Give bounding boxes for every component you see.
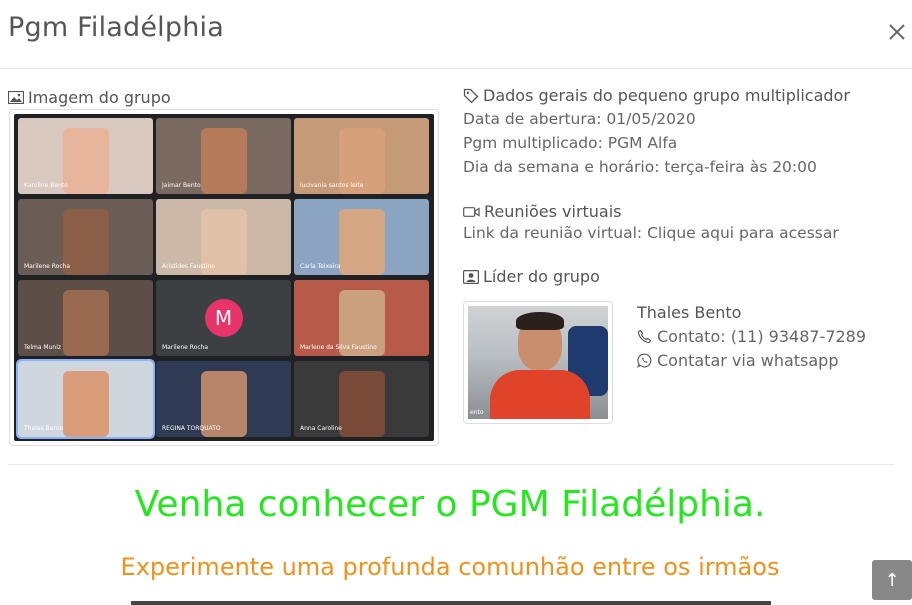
virtual-meeting-link[interactable]: Link da reunião virtual: Clique aqui par… [463,221,850,245]
participant-tile: Anna Caroline [294,361,429,437]
multiplied-pgm: Pgm multiplicado: PGM Alfa [463,134,678,152]
video-call-grid: Karoline Bento Jaimar Bento lucivania sant… [14,114,434,441]
participant-video [62,290,109,356]
participant-name: Carla Teixeira [300,263,341,270]
participant-video [338,209,385,275]
arrow-up-icon: ↑ [884,569,900,591]
participant-video [62,128,109,194]
leader-name: Thales Bento [637,303,742,322]
participant-name: Jaimar Bento [162,182,201,189]
general-info: Dados gerais do pequeno grupo multiplica… [463,86,850,286]
video-camera-icon [463,206,480,217]
participant-name: Marlene da Silva Faustino [300,344,377,351]
participant-avatar: M [204,299,243,337]
modal-header: Pgm Filadélphia [0,0,912,69]
participant-tile: Thales Bento [16,359,155,439]
close-button[interactable] [884,18,910,46]
participant-video [62,371,109,437]
leader-photo: ento [463,301,613,424]
participant-name: Marilene Rocha [162,344,209,351]
image-section-header: Imagem do grupo [8,88,171,107]
image-section-title: Imagem do grupo [28,88,171,107]
participant-name: Marilene Rocha [24,263,71,270]
participant-tile: REGINA TORQUATO [156,361,291,437]
whatsapp-text: Contatar via whatsapp [657,351,839,370]
participant-tile: Telma Muniz [18,280,153,356]
leader-section-title: Líder do grupo [483,267,600,286]
participant-name: Thales Bento [24,425,64,432]
image-icon [8,91,24,104]
opening-date: Data de abertura: 01/05/2020 [463,110,696,128]
participant-name: REGINA TORQUATO [162,425,221,432]
participant-tile: Karoline Bento [18,118,153,194]
general-section-title: Dados gerais do pequeno grupo multiplica… [483,86,850,105]
whatsapp-icon [637,353,652,368]
group-photo: Karoline Bento Jaimar Bento lucivania sant… [9,109,439,446]
user-portrait-icon [463,269,479,284]
participant-tile: Marilene Rocha [18,199,153,275]
promo-subtitle: Experimente uma profunda comunhão entre … [120,553,780,581]
participant-name: Anna Caroline [300,425,342,432]
modal-title: Pgm Filadélphia [8,12,224,43]
leader-contact[interactable]: Contato: (11) 93487-7289 [637,327,866,346]
tag-icon [463,88,479,103]
participant-tile: Jaimar Bento [156,118,291,194]
phone-icon [637,329,652,344]
participant-name: lucivania santos leite [300,182,364,189]
leader-photo-caption: ento [470,409,484,416]
promo-title: Venha conhecer o PGM Filadélphia. [134,484,766,525]
bottom-bar [131,601,771,605]
participant-tile: Aristides Faustino [156,199,291,275]
participant-video [200,128,247,194]
divider [8,464,894,465]
participant-video [338,371,385,437]
leader-contact-text: Contato: (11) 93487-7289 [657,327,867,346]
participant-name: Karoline Bento [24,182,68,189]
virtual-section-title: Reuniões virtuais [484,202,622,221]
participant-name: Aristides Faustino [162,263,215,270]
participant-tile: lucivania santos leite [294,118,429,194]
meeting-schedule: Dia da semana e horário: terça-feira às … [463,158,817,176]
participant-tile: Carla Teixeira [294,199,429,275]
participant-tile: M Marilene Rocha [156,280,291,356]
participant-name: Telma Muniz [24,344,62,351]
participant-tile: Marlene da Silva Faustino [294,280,429,356]
scroll-to-top-button[interactable]: ↑ [872,560,912,600]
whatsapp-link[interactable]: Contatar via whatsapp [637,351,838,370]
